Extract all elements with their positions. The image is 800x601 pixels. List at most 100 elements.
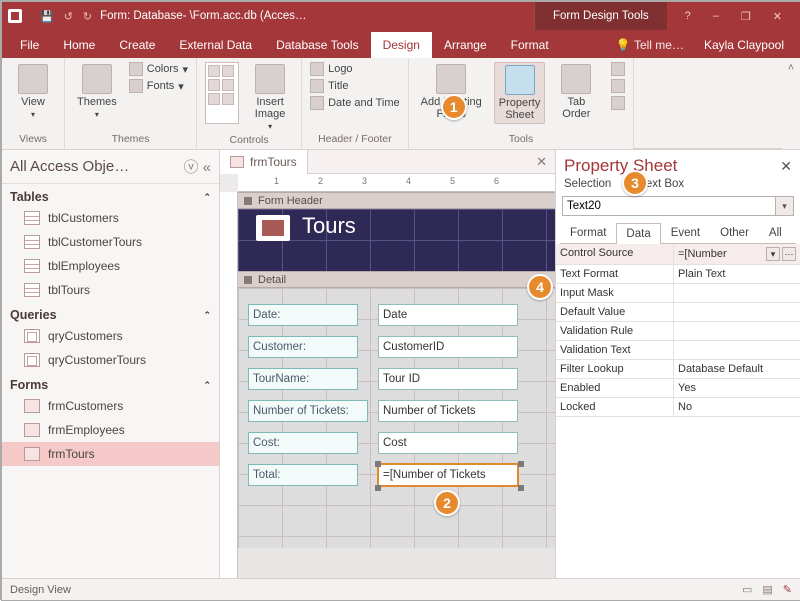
field-cost[interactable]: Cost: [378, 432, 518, 454]
help-icon[interactable]: ?: [685, 10, 691, 23]
form-logo-placeholder[interactable]: [256, 215, 290, 241]
field-customer[interactable]: CustomerID: [378, 336, 518, 358]
group-label-controls: Controls: [205, 132, 293, 146]
object-selector-input[interactable]: [562, 196, 776, 216]
nav-item-frmcustomers[interactable]: frmCustomers: [2, 394, 219, 418]
tab-format[interactable]: Format: [499, 32, 561, 58]
nav-item-frmtours[interactable]: frmTours: [2, 442, 219, 466]
prop-row-default-value[interactable]: Default Value: [556, 303, 800, 322]
prop-row-control-source[interactable]: Control Source =[Number▾⋯: [556, 244, 800, 265]
prop-row-text-format[interactable]: Text FormatPlain Text: [556, 265, 800, 284]
prop-tab-all[interactable]: All: [759, 222, 792, 243]
dropdown-icon[interactable]: ▾: [766, 247, 780, 261]
fonts-button[interactable]: Fonts ▾: [129, 79, 188, 93]
label-date[interactable]: Date:: [248, 304, 358, 326]
nav-item-qrycustomers[interactable]: qryCustomers: [2, 324, 219, 348]
prop-tab-event[interactable]: Event: [661, 222, 710, 243]
ribbon-collapse-chevron-icon[interactable]: ˄: [782, 58, 800, 149]
property-sheet-close-icon[interactable]: ✕: [780, 158, 792, 175]
tab-order-icon: [561, 64, 591, 94]
label-total[interactable]: Total:: [248, 464, 358, 486]
nav-item-tblcustomertours[interactable]: tblCustomerTours: [2, 230, 219, 254]
prop-row-validation-rule[interactable]: Validation Rule: [556, 322, 800, 341]
tell-me[interactable]: 💡 Tell me…: [606, 32, 694, 58]
prop-row-filter-lookup[interactable]: Filter LookupDatabase Default: [556, 360, 800, 379]
selection-handle[interactable]: [518, 461, 524, 467]
nav-header[interactable]: All Access Obje… ⓥ «: [2, 150, 219, 184]
field-total[interactable]: =[Number of Tickets: [378, 464, 518, 486]
property-grid: Control Source =[Number▾⋯ Text FormatPla…: [556, 244, 800, 578]
tab-design[interactable]: Design: [371, 32, 432, 58]
tab-external-data[interactable]: External Data: [167, 32, 264, 58]
title-button[interactable]: Title: [310, 79, 400, 93]
nav-collapse-icon[interactable]: ⓥ «: [183, 156, 211, 177]
tools-extra-1[interactable]: [611, 62, 625, 76]
tab-create[interactable]: Create: [107, 32, 167, 58]
field-tourname[interactable]: Tour ID: [378, 368, 518, 390]
prop-tab-data[interactable]: Data: [616, 223, 660, 244]
section-bar-detail[interactable]: Detail: [238, 271, 555, 288]
property-sheet-button[interactable]: Property Sheet: [494, 62, 546, 124]
qat-save-icon[interactable]: 💾: [40, 10, 54, 23]
nav-item-tblemployees[interactable]: tblEmployees: [2, 254, 219, 278]
prop-value-control-source[interactable]: =[Number: [678, 248, 764, 260]
view-button[interactable]: View▾: [10, 62, 56, 121]
prop-row-input-mask[interactable]: Input Mask: [556, 284, 800, 303]
nav-item-qrycustomertours[interactable]: qryCustomerTours: [2, 348, 219, 372]
detail-section[interactable]: Date: Date Customer: CustomerID TourName…: [238, 288, 555, 548]
logo-button[interactable]: Logo: [310, 62, 400, 76]
nav-category-tables[interactable]: Tables⌃: [2, 184, 219, 206]
insert-image-button[interactable]: Insert Image▾: [247, 62, 293, 133]
prop-tab-format[interactable]: Format: [560, 222, 616, 243]
prop-row-enabled[interactable]: EnabledYes: [556, 379, 800, 398]
datetime-button[interactable]: Date and Time: [310, 96, 400, 110]
colors-button[interactable]: Colors ▾: [129, 62, 188, 76]
section-bar-form-header[interactable]: Form Header: [238, 192, 555, 209]
qat-redo-icon[interactable]: ↻: [83, 10, 92, 23]
nav-category-forms[interactable]: Forms⌃: [2, 372, 219, 394]
tools-extra-3[interactable]: [611, 96, 625, 110]
nav-category-queries[interactable]: Queries⌃: [2, 302, 219, 324]
tools-extra-2[interactable]: [611, 79, 625, 93]
tab-file[interactable]: File: [8, 32, 51, 58]
field-date[interactable]: Date: [378, 304, 518, 326]
selection-handle[interactable]: [375, 485, 381, 491]
controls-gallery[interactable]: [205, 62, 239, 124]
prop-row-locked[interactable]: LockedNo: [556, 398, 800, 417]
selection-handle[interactable]: [375, 461, 381, 467]
nav-item-tbltours[interactable]: tblTours: [2, 278, 219, 302]
label-cost[interactable]: Cost:: [248, 432, 358, 454]
ribbon-collapse-icon[interactable]: –: [713, 10, 719, 23]
tab-order-button[interactable]: Tab Order: [553, 62, 599, 122]
nav-item-frmemployees[interactable]: frmEmployees: [2, 418, 219, 442]
view-form-icon[interactable]: ▭: [742, 583, 752, 596]
tab-arrange[interactable]: Arrange: [432, 32, 499, 58]
signed-in-user[interactable]: Kayla Claypool: [694, 32, 794, 58]
selection-handle[interactable]: [518, 485, 524, 491]
close-icon[interactable]: ✕: [773, 10, 782, 23]
tab-database-tools[interactable]: Database Tools: [264, 32, 371, 58]
object-selector[interactable]: ▾: [562, 196, 794, 216]
form-title-label[interactable]: Tours: [302, 213, 356, 239]
field-tickets[interactable]: Number of Tickets: [378, 400, 518, 422]
doc-tab-close-icon[interactable]: ✕: [528, 154, 555, 170]
form-header-section[interactable]: Tours: [238, 209, 555, 271]
restore-icon[interactable]: ❐: [741, 10, 751, 23]
doc-tab-frmtours[interactable]: frmTours: [220, 150, 308, 174]
view-design-icon[interactable]: ✎: [783, 583, 792, 596]
prop-row-validation-text[interactable]: Validation Text: [556, 341, 800, 360]
label-customer[interactable]: Customer:: [248, 336, 358, 358]
builder-icon[interactable]: ⋯: [782, 247, 796, 261]
tab-home[interactable]: Home: [51, 32, 107, 58]
app-icon: [8, 9, 22, 23]
label-tickets[interactable]: Number of Tickets:: [248, 400, 368, 422]
prop-tab-other[interactable]: Other: [710, 222, 759, 243]
qat-undo-icon[interactable]: ↺: [64, 10, 73, 23]
dropdown-icon[interactable]: ▾: [776, 196, 794, 216]
label-tourname[interactable]: TourName:: [248, 368, 358, 390]
view-layout-icon[interactable]: ▤: [762, 583, 772, 596]
nav-item-tblcustomers[interactable]: tblCustomers: [2, 206, 219, 230]
themes-button[interactable]: Themes▾: [73, 62, 121, 121]
form-design-surface[interactable]: 1 2 3 4 5 6 Form Header Tours Detail Dat…: [220, 174, 555, 578]
window-title: Form: Database- \Form.acc.db (Acces…: [92, 10, 534, 22]
